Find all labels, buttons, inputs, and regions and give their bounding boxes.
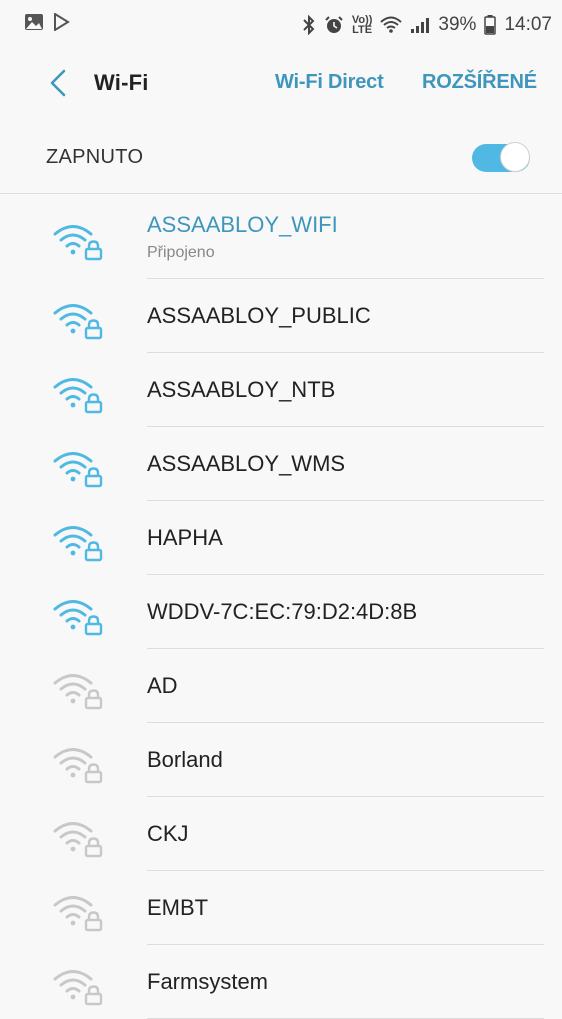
- wifi-secured-icon: [52, 818, 104, 858]
- network-name: AD: [147, 672, 178, 698]
- network-name: ASSAABLOY_PUBLIC: [147, 302, 371, 328]
- advanced-button[interactable]: ROZŠÍŘENÉ: [422, 50, 537, 115]
- wifi-network-item[interactable]: ASSAABLOY_WMS: [0, 427, 562, 501]
- wifi-network-item[interactable]: AD: [0, 649, 562, 723]
- alarm-icon: [324, 15, 344, 35]
- network-text: Borland: [147, 723, 223, 796]
- wifi-network-item[interactable]: EMBT: [0, 871, 562, 945]
- wifi-signal-icon: [380, 16, 403, 34]
- network-text: CKJ: [147, 797, 189, 870]
- network-list: ASSAABLOY_WIFI Připojeno ASSAABLOY_PUBLIC A…: [0, 195, 562, 1019]
- lte-text: LTE: [352, 24, 373, 36]
- wifi-network-item[interactable]: WDDV-7C:EC:79:D2:4D:8B: [0, 575, 562, 649]
- network-name: ASSAABLOY_NTB: [147, 376, 336, 402]
- gallery-icon: [24, 13, 44, 37]
- network-text: Farmsystem: [147, 945, 268, 1018]
- battery-percent: 39%: [438, 14, 477, 35]
- network-name: HAPHA: [147, 524, 223, 550]
- network-text: EMBT: [147, 871, 208, 944]
- wifi-secured-icon: [52, 596, 104, 636]
- switch-knob: [500, 142, 530, 172]
- network-name: EMBT: [147, 894, 209, 920]
- network-name: WDDV-7C:EC:79:D2:4D:8B: [147, 598, 418, 624]
- network-text: ASSAABLOY_WMS: [147, 427, 345, 500]
- wifi-network-item[interactable]: HAPHA: [0, 501, 562, 575]
- notification-icons: [24, 12, 70, 37]
- network-name: ASSAABLOY_WMS: [147, 450, 346, 476]
- network-text: AD: [147, 649, 178, 722]
- network-status: Připojeno: [147, 244, 215, 261]
- action-bar: Wi-Fi Wi-Fi Direct ROZŠÍŘENÉ: [0, 50, 562, 115]
- network-text: WDDV-7C:EC:79:D2:4D:8B: [147, 575, 417, 648]
- wifi-secured-icon: [52, 448, 104, 488]
- network-name: Farmsystem: [147, 968, 268, 994]
- wifi-network-item[interactable]: ASSAABLOY_PUBLIC: [0, 279, 562, 353]
- wifi-network-item[interactable]: Farmsystem: [0, 945, 562, 1019]
- wifi-network-item[interactable]: Borland: [0, 723, 562, 797]
- wifi-secured-icon: [52, 221, 104, 261]
- wifi-secured-icon: [52, 670, 104, 710]
- wifi-toggle-row[interactable]: ZAPNUTO: [0, 121, 562, 194]
- cell-signal-icon: [410, 16, 430, 34]
- volte-indicator: Vo)) LTE: [352, 15, 373, 36]
- network-text: ASSAABLOY_NTB: [147, 353, 335, 426]
- battery-icon: [484, 15, 497, 35]
- toggle-label: ZAPNUTO: [46, 145, 144, 168]
- wifi-secured-icon: [52, 300, 104, 340]
- page-title: Wi-Fi: [94, 69, 149, 95]
- bluetooth-icon: [302, 15, 316, 35]
- back-arrow-icon: [50, 69, 66, 96]
- status-bar: Vo)) LTE 39% 14:07: [0, 0, 562, 50]
- wifi-network-item[interactable]: ASSAABLOY_NTB: [0, 353, 562, 427]
- play-store-icon: [52, 12, 70, 37]
- network-text: ASSAABLOY_WIFI Připojeno: [147, 195, 338, 279]
- clock: 14:07: [504, 14, 552, 35]
- wifi-secured-icon: [52, 374, 104, 414]
- back-button[interactable]: [38, 63, 78, 103]
- wifi-direct-button[interactable]: Wi-Fi Direct: [275, 50, 384, 115]
- wifi-network-item[interactable]: CKJ: [0, 797, 562, 871]
- network-name: CKJ: [147, 820, 189, 846]
- wifi-secured-icon: [52, 966, 104, 1006]
- network-name: ASSAABLOY_WIFI: [147, 212, 338, 237]
- network-name: Borland: [147, 746, 223, 772]
- wifi-secured-icon: [52, 892, 104, 932]
- wifi-secured-icon: [52, 744, 104, 784]
- network-text: HAPHA: [147, 501, 223, 574]
- system-icons: Vo)) LTE 39% 14:07: [302, 14, 552, 36]
- network-text: ASSAABLOY_PUBLIC: [147, 279, 371, 352]
- wifi-switch[interactable]: [472, 141, 530, 175]
- wifi-network-item[interactable]: ASSAABLOY_WIFI Připojeno: [0, 195, 562, 279]
- wifi-secured-icon: [52, 522, 104, 562]
